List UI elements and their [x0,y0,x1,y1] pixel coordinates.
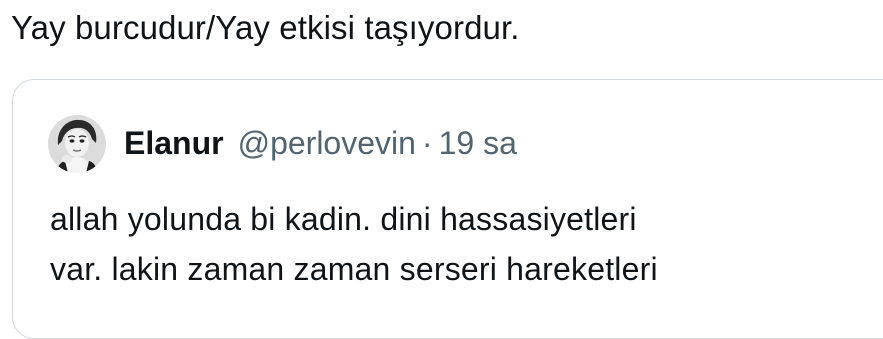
quoted-text-line: var. lakin zaman zaman serseri hareketle… [50,251,658,287]
post-timestamp[interactable]: 19 sa [439,125,517,162]
display-name[interactable]: Elanur [124,125,224,162]
quoted-post-header: Elanur @perlovevin · 19 sa [124,120,517,166]
separator-dot: · [421,124,433,161]
avatar-image [48,115,106,173]
quoted-post-text: allah yolunda bi kadin. dini hassasiyetl… [50,194,658,294]
user-handle[interactable]: @perlovevin [238,125,416,162]
quoted-text-line: allah yolunda bi kadin. dini hassasiyetl… [50,201,637,237]
post-text: Yay burcudur/Yay etkisi taşıyordur. [11,9,520,46]
avatar[interactable] [48,115,106,173]
